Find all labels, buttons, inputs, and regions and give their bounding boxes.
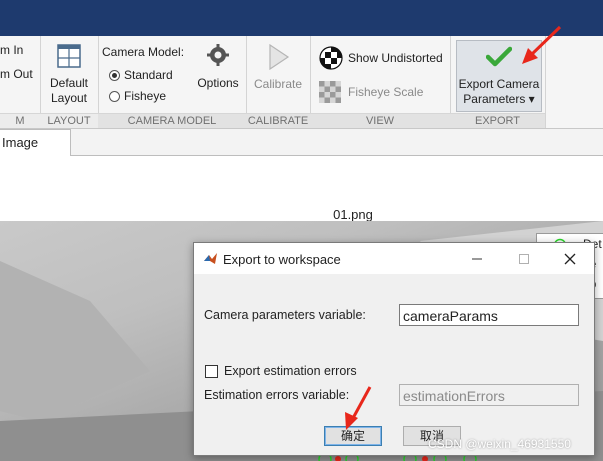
close-icon[interactable] [564,253,576,265]
calibrate-section-label: CALIBRATE [246,113,310,128]
camera-params-label: Camera parameters variable: [204,308,366,322]
view-section: Show Undistorted Fisheye Scale VIEW [310,36,451,128]
errors-variable-field[interactable]: estimationErrors [399,384,579,406]
dialog-title: Export to workspace [223,252,341,267]
tab-image[interactable]: Image [0,129,71,156]
checkerboard-icon [319,46,343,70]
fisheye-radio[interactable] [109,91,120,102]
export-label-1: Export Camera [458,77,540,91]
layout-section: Default Layout LAYOUT [40,36,99,128]
camera-model-section: Camera Model: Standard Fisheye Options C… [98,36,247,128]
minimize-icon[interactable] [471,253,483,265]
watermark-text: CSDN @weixin_46931550 [428,437,571,451]
document-tab-bar [0,129,603,156]
zoom-section: m In m Out M [0,36,41,128]
camera-model-section-label: CAMERA MODEL [98,113,246,128]
export-section-label: EXPORT [450,113,545,128]
export-errors-checkbox[interactable] [205,365,218,378]
zoom-out-button[interactable]: m Out [0,67,33,81]
checkerboard-gray-icon [319,81,341,103]
export-label-2: Parameters ▾ [463,92,535,106]
options-button[interactable]: Options [194,40,242,90]
standard-radio-label: Standard [124,68,173,82]
checkmark-icon [486,46,512,67]
play-icon [269,44,290,70]
camera-model-title: Camera Model: [102,45,185,59]
fisheye-scale-button[interactable]: Fisheye Scale [318,80,448,106]
layout-grid-icon [57,44,81,68]
layout-section-label: LAYOUT [40,113,98,128]
app-title-bar [0,0,603,36]
show-undistorted-label: Show Undistorted [348,51,443,65]
tab-image-label: Image [2,135,39,150]
errors-variable-label: Estimation errors variable: [204,388,350,402]
options-label: Options [197,76,239,90]
export-to-workspace-dialog: Export to workspace Camera parameters va… [193,242,595,456]
calibrate-button[interactable]: Calibrate [246,40,310,112]
show-undistorted-button[interactable]: Show Undistorted [318,46,448,72]
default-layout-label-2: Layout [50,91,88,105]
fisheye-radio-label: Fisheye [124,89,167,103]
default-layout-label-1: Default [49,76,89,90]
dialog-title-bar: Export to workspace [194,243,594,274]
matlab-logo-icon [204,253,217,264]
view-section-label: VIEW [310,113,450,128]
gear-icon [207,44,229,66]
default-layout-button[interactable]: Default Layout [40,40,98,112]
standard-radio[interactable] [109,70,120,81]
export-errors-label: Export estimation errors [224,364,357,378]
annotation-arrow-export [522,25,562,64]
annotation-arrow-ok [345,386,372,430]
calibrate-section: Calibrate CALIBRATE [246,36,311,128]
zoom-in-button[interactable]: m In [0,43,23,57]
zoom-section-label: M [0,113,40,128]
image-filename-title: 01.png [333,207,373,222]
camera-params-field[interactable]: cameraParams [399,304,579,326]
calibrate-label: Calibrate [253,77,303,91]
maximize-icon[interactable] [518,253,530,265]
fisheye-scale-label: Fisheye Scale [348,85,424,99]
